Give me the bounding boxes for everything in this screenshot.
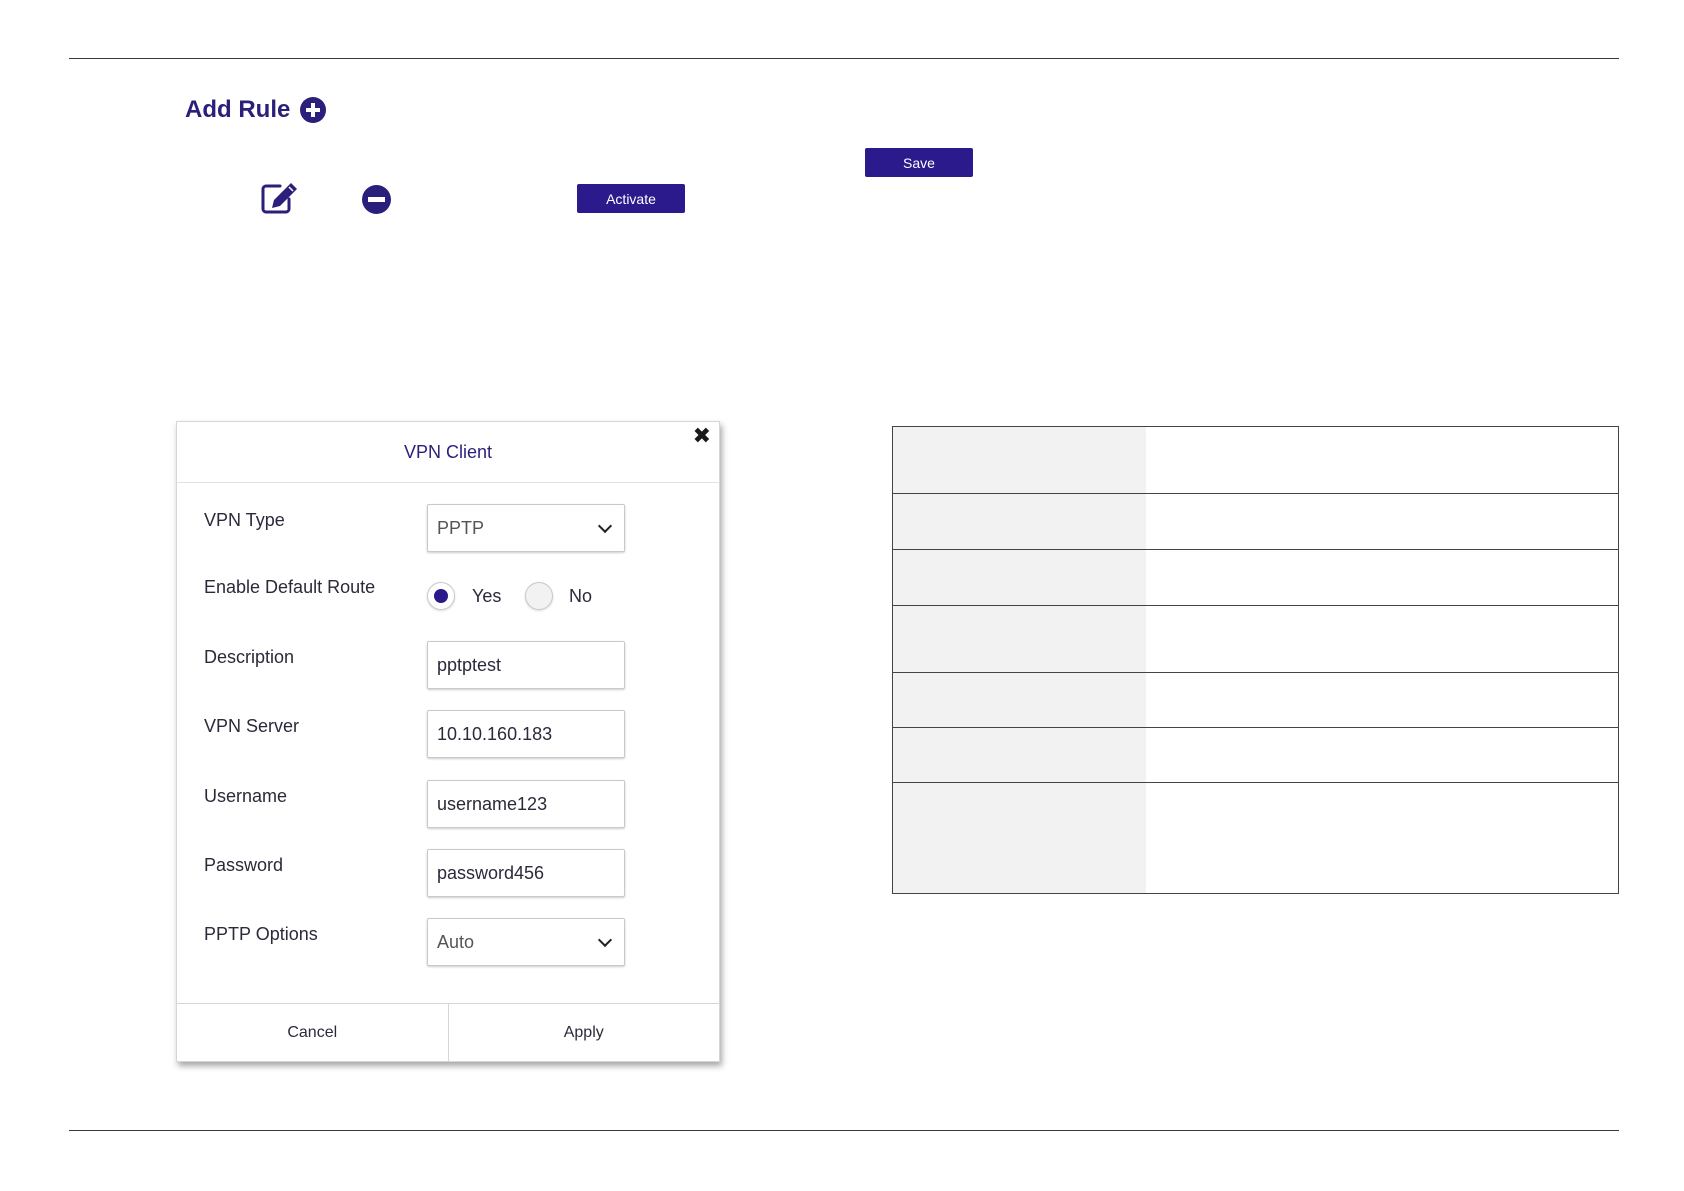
edit-icon[interactable]: [260, 180, 300, 216]
vpn-type-value: PPTP: [437, 517, 485, 538]
table-cell: [1146, 727, 1619, 783]
circle-plus-icon[interactable]: [300, 97, 327, 123]
default-route-yes-radio[interactable]: [427, 582, 455, 610]
table-cell: [1146, 549, 1619, 606]
pptp-options-label: PPTP Options: [204, 924, 318, 944]
vpn-type-label: VPN Type: [204, 510, 285, 530]
chevron-down-icon: [597, 518, 613, 534]
pptp-options-select[interactable]: Auto: [427, 918, 625, 966]
username-input[interactable]: username123: [427, 780, 625, 828]
table-cell: [1146, 672, 1619, 728]
vpn-server-label: VPN Server: [204, 716, 300, 736]
top-divider: [69, 58, 1619, 59]
table-cell: [892, 549, 1146, 606]
description-table: [892, 426, 1619, 894]
table-cell: [892, 605, 1146, 673]
password-input[interactable]: password456: [427, 849, 625, 897]
vpn-server-value: 10.10.160.183: [437, 723, 553, 744]
table-cell: [892, 672, 1146, 728]
table-cell: [892, 426, 1146, 494]
table-cell: [892, 782, 1146, 894]
table-row: [892, 493, 1619, 550]
table-row: [892, 672, 1619, 728]
cancel-button[interactable]: Cancel: [177, 1004, 448, 1061]
table-cell: [1146, 426, 1619, 494]
add-rule-label: Add Rule: [185, 96, 291, 123]
vpn-server-input[interactable]: 10.10.160.183: [427, 710, 625, 758]
table-row: [892, 605, 1619, 673]
vpn-type-select[interactable]: PPTP: [427, 504, 625, 552]
description-input[interactable]: pptptest: [427, 641, 625, 689]
add-rule-control[interactable]: Add Rule: [185, 96, 327, 124]
pptp-options-value: Auto: [437, 931, 475, 952]
username-label: Username: [204, 786, 288, 806]
default-route-no-label: No: [569, 586, 593, 606]
dialog-header: VPN Client ✖: [177, 422, 719, 483]
table-row: [892, 727, 1619, 783]
chevron-down-icon: [597, 932, 613, 948]
table-cell: [1146, 782, 1619, 894]
default-route-no-radio[interactable]: [525, 582, 553, 610]
password-label: Password: [204, 855, 284, 875]
description-label: Description: [204, 647, 295, 667]
table-row: [892, 782, 1619, 894]
apply-button[interactable]: Apply: [447, 1004, 720, 1061]
default-route-label: Enable Default Route: [204, 577, 376, 597]
activate-button[interactable]: Activate: [577, 184, 685, 213]
vpn-client-dialog: VPN Client ✖ VPN Type PPTP Enable Defaul…: [176, 421, 720, 1062]
dialog-title: VPN Client: [403, 441, 493, 462]
dialog-footer: Cancel Apply: [177, 1003, 719, 1061]
table-cell: [1146, 605, 1619, 673]
table-row: [892, 549, 1619, 606]
bottom-divider: [69, 1130, 1619, 1131]
default-route-yes-label: Yes: [472, 586, 502, 606]
table-cell: [892, 727, 1146, 783]
close-icon[interactable]: ✖: [693, 424, 711, 448]
table-row: [892, 426, 1619, 494]
username-value: username123: [437, 793, 548, 814]
circle-minus-icon[interactable]: [362, 185, 391, 214]
table-cell: [892, 493, 1146, 550]
table-cell: [1146, 493, 1619, 550]
description-value: pptptest: [437, 654, 502, 675]
password-value: password456: [437, 862, 545, 883]
save-button[interactable]: Save: [865, 148, 973, 177]
